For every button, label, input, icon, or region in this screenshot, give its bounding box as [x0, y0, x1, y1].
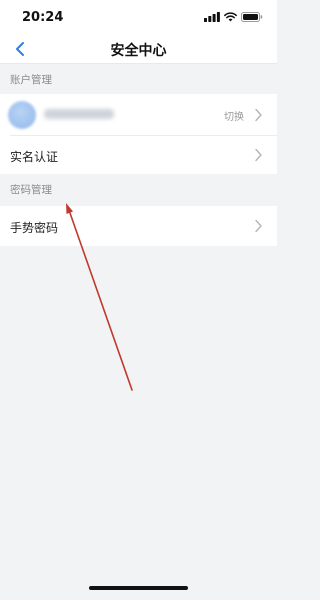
security-center-screen: 20:24 安全中心 账户管理 切换 实名认证 密码管理 手势密码 [0, 0, 277, 600]
wifi-icon [224, 12, 237, 22]
chevron-right-icon [255, 219, 262, 233]
battery-icon [241, 12, 263, 22]
gesture-password-row[interactable]: 手势密码 [0, 206, 277, 246]
status-icons [204, 12, 263, 22]
status-bar: 20:24 [0, 0, 277, 34]
section-header-account: 账户管理 [0, 66, 277, 94]
page-title: 安全中心 [110, 43, 167, 59]
status-time: 20:24 [22, 10, 64, 25]
account-row[interactable]: 切换 [0, 94, 277, 136]
avatar [8, 101, 36, 129]
switch-account-label[interactable]: 切换 [224, 108, 244, 123]
realname-auth-label: 实名认证 [10, 150, 59, 164]
signal-icon [204, 12, 220, 22]
section-header-password: 密码管理 [0, 176, 277, 204]
account-name-blurred [44, 109, 114, 119]
home-indicator[interactable] [89, 586, 188, 590]
nav-bar: 安全中心 [0, 34, 277, 64]
realname-auth-row[interactable]: 实名认证 [0, 136, 277, 174]
chevron-right-icon [255, 108, 262, 122]
chevron-right-icon [255, 148, 262, 162]
gesture-password-label: 手势密码 [10, 221, 59, 235]
